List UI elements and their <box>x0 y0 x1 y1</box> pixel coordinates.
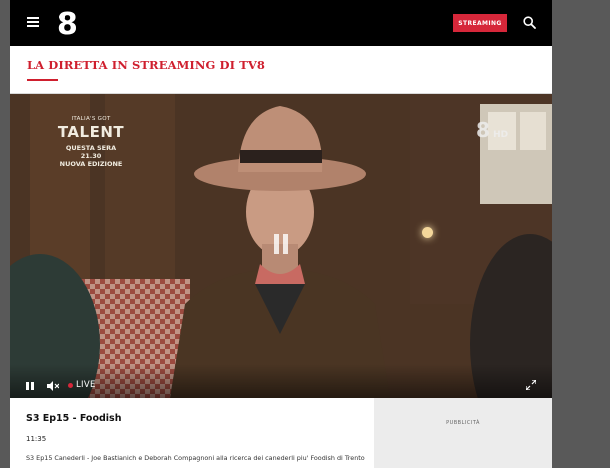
episode-time: 11:35 <box>26 435 47 443</box>
svg-text:8: 8 <box>57 7 78 37</box>
left-margin <box>0 0 10 468</box>
advertisement-box: PUBBLICITÀ <box>374 398 552 468</box>
right-margin <box>552 0 610 468</box>
advertisement-label: PUBBLICITÀ <box>446 420 480 426</box>
lamp-light <box>422 227 433 238</box>
pause-icon[interactable] <box>26 382 34 390</box>
promo-line-4: NUOVA EDIZIONE <box>59 160 123 168</box>
page-title: LA DIRETTA IN STREAMING DI TV8 <box>27 58 265 72</box>
title-underline <box>27 79 58 81</box>
promo-line-1: ITALIA'S GOT <box>71 116 111 122</box>
mute-icon[interactable] <box>47 381 59 391</box>
video-player[interactable]: ITALIA'S GOT TALENT QUESTA SERA 21.30 NU… <box>10 94 552 398</box>
fullscreen-icon[interactable] <box>526 380 536 390</box>
player-controls: LIVE <box>10 364 552 398</box>
search-icon[interactable] <box>523 16 536 29</box>
tv8-logo[interactable]: 8 <box>56 7 84 37</box>
program-info: S3 Ep15 - Foodish 11:35 S3 Ep15 Canederl… <box>10 398 374 468</box>
live-dot-icon <box>68 382 73 388</box>
promo-line-2: TALENT <box>57 123 125 141</box>
center-pause-icon[interactable] <box>274 234 288 254</box>
streaming-button[interactable]: STREAMING <box>453 14 507 32</box>
channel-bug-suffix: HD <box>493 130 509 140</box>
episode-title: S3 Ep15 - Foodish <box>26 413 122 424</box>
menu-icon[interactable] <box>27 17 39 27</box>
channel-bug-number: 8 <box>476 118 490 142</box>
live-label: LIVE <box>76 380 96 390</box>
episode-description: S3 Ep15 Canederli - Joe Bastianich e Deb… <box>26 454 365 462</box>
show-promo-overlay: ITALIA'S GOT TALENT QUESTA SERA 21.30 NU… <box>56 116 126 168</box>
live-indicator[interactable]: LIVE <box>68 380 96 390</box>
promo-line-3: QUESTA SERA 21.30 <box>65 144 117 160</box>
channel-bug: 8 HD <box>476 118 508 142</box>
top-header: 8 STREAMING <box>10 0 552 46</box>
